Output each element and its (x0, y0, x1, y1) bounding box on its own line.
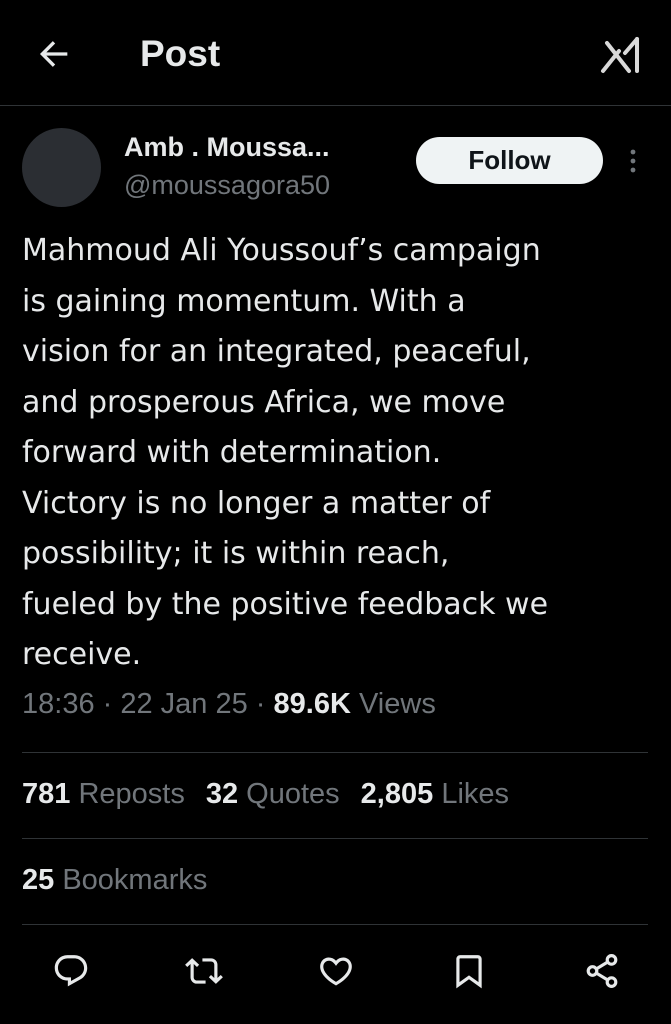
author-row: Amb . Moussa... @moussagora50 Follow (22, 126, 652, 210)
reply-icon (54, 955, 88, 987)
reposts-count: 781 (22, 778, 71, 810)
page-title: Post (140, 33, 221, 74)
engagement-stats: 781 Reposts 32 Quotes 2,805 Likes (22, 778, 530, 811)
reposts-label: Reposts (78, 778, 185, 810)
likes-count: 2,805 (360, 778, 434, 810)
divider (22, 752, 648, 753)
like-button[interactable] (314, 945, 358, 997)
reply-button[interactable] (49, 945, 93, 997)
more-options-button[interactable] (622, 146, 644, 176)
quotes-label: Quotes (246, 778, 340, 810)
quotes-stat[interactable]: 32 Quotes (206, 778, 340, 811)
quotes-count: 32 (205, 778, 239, 810)
likes-label: Likes (441, 778, 510, 810)
divider (22, 838, 648, 839)
action-bar (0, 945, 671, 997)
views-count: 89.6K (273, 688, 351, 720)
post-date[interactable]: 22 Jan 25 (120, 688, 247, 720)
bookmarks-count: 25 (22, 864, 55, 896)
repost-button[interactable] (182, 945, 226, 997)
repost-icon (185, 958, 223, 984)
share-icon (586, 954, 618, 988)
grok-icon (601, 37, 639, 73)
avatar[interactable] (22, 128, 101, 207)
bookmarks-stat[interactable]: 25 Bookmarks (22, 864, 207, 897)
post-time[interactable]: 18:36 (22, 688, 95, 720)
views-label: Views (358, 688, 436, 720)
bookmarks-label: Bookmarks (62, 864, 208, 896)
back-button[interactable] (30, 30, 78, 78)
meta-separator: · (94, 688, 121, 720)
follow-button[interactable]: Follow (416, 137, 603, 184)
arrow-left-icon (39, 41, 68, 67)
top-bar: Post (0, 0, 671, 106)
post-text: Mahmoud Ali Youssouf’s campaign is gaini… (22, 233, 549, 672)
post-meta: 18:36 · 22 Jan 25 · 89.6K Views (22, 688, 436, 721)
grok-button[interactable] (596, 30, 648, 82)
more-vertical-icon (630, 149, 636, 173)
likes-stat[interactable]: 2,805 Likes (361, 778, 509, 811)
divider (22, 924, 648, 925)
bookmark-button[interactable] (447, 945, 491, 997)
share-button[interactable] (580, 945, 624, 997)
author-handle[interactable]: @moussagora50 (124, 170, 330, 201)
like-icon (320, 957, 352, 986)
reposts-stat[interactable]: 781 Reposts (22, 778, 185, 811)
meta-separator: · (247, 688, 274, 720)
bookmark-icon (456, 955, 482, 989)
author-name[interactable]: Amb . Moussa... (124, 132, 330, 163)
